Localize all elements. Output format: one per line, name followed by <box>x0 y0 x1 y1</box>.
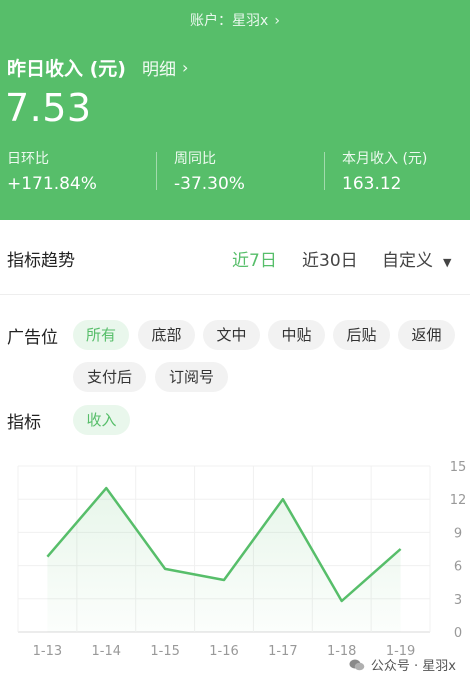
x-tick-label: 1-17 <box>268 644 298 659</box>
trend-header: 指标趋势 近7日 近30日 自定义 ▼ <box>0 222 470 295</box>
stat-value: -37.30% <box>174 174 245 194</box>
income-line-chart: 03691215 1-13 1-14 1-15 1-16 1-17 1-18 1-19 <box>17 460 467 659</box>
detail-link[interactable]: 明细 › <box>142 55 188 80</box>
chip-ad-position-all[interactable]: 所有 <box>73 320 129 350</box>
chip-ad-position-after-payment[interactable]: 支付后 <box>73 362 146 392</box>
x-tick-label: 1-13 <box>33 644 63 659</box>
stat-day-over-day: 日环比 +171.84% <box>7 148 97 194</box>
stat-value: +171.84% <box>7 174 97 194</box>
x-tick-label: 1-14 <box>92 644 122 659</box>
chip-ad-position-post-roll[interactable]: 后贴 <box>333 320 390 350</box>
wechat-icon <box>349 659 365 670</box>
detail-label: 明细 <box>141 60 176 80</box>
y-tick-label: 3 <box>454 593 462 608</box>
custom-range-label: 自定义 <box>382 251 433 271</box>
chip-ad-position-rebate[interactable]: 返佣 <box>398 320 455 350</box>
stat-divider <box>156 152 157 190</box>
stat-week-over-week: 周同比 -37.30% <box>174 148 245 194</box>
yesterday-income-value: 7.53 <box>5 86 92 130</box>
series-area <box>47 488 401 632</box>
x-tick-label: 1-15 <box>150 644 180 659</box>
tab-last-30-days[interactable]: 近30日 <box>302 246 358 271</box>
stat-label: 本月收入 (元) <box>342 151 428 167</box>
income-trend-chart: 0 3 6 9 12 15 1-13 1-14 1-15 1-16 1-17 1-18 1-19 <box>0 445 470 684</box>
metric-label: 指标 <box>7 413 41 433</box>
ad-position-label: 广告位 <box>7 328 58 348</box>
y-tick-label: 6 <box>454 560 462 575</box>
stat-value: 163.12 <box>342 174 402 194</box>
y-tick-label: 15 <box>450 460 467 475</box>
account-switcher[interactable]: 账户：星羽x › <box>0 10 470 30</box>
tab-last-7-days[interactable]: 近7日 <box>232 246 277 271</box>
chip-ad-position-mid-roll[interactable]: 中贴 <box>268 320 325 350</box>
stat-month-income: 本月收入 (元) 163.12 <box>342 148 427 194</box>
chip-ad-position-subscription[interactable]: 订阅号 <box>155 362 228 392</box>
chip-ad-position-in-article[interactable]: 文中 <box>203 320 260 350</box>
stat-label: 日环比 <box>7 151 49 167</box>
chip-ad-position-bottom[interactable]: 底部 <box>138 320 195 350</box>
footer-watermark: 公众号 · 星羽x <box>349 655 456 674</box>
yesterday-income-title-row: 昨日收入 (元) 明细 › <box>7 54 188 81</box>
tab-custom-range[interactable]: 自定义 ▼ <box>382 246 451 271</box>
trend-title: 指标趋势 <box>7 251 75 271</box>
stat-label: 周同比 <box>174 151 216 167</box>
caret-down-icon: ▼ <box>443 256 452 269</box>
y-tick-label: 12 <box>450 493 467 508</box>
account-label: 账户：星羽x <box>190 13 269 29</box>
y-axis-labels: 0 3 6 9 12 15 <box>450 460 467 641</box>
watermark-text: 公众号 · 星羽x <box>370 659 456 674</box>
chevron-right-icon: › <box>181 58 189 77</box>
income-stats: 日环比 +171.84% 周同比 -37.30% 本月收入 (元) 163.12 <box>0 148 470 194</box>
page-title: 昨日收入 (元) <box>7 58 126 80</box>
y-tick-label: 9 <box>454 526 462 541</box>
x-tick-label: 1-16 <box>209 644 239 659</box>
chevron-right-icon: › <box>274 13 280 29</box>
y-tick-label: 0 <box>454 626 462 641</box>
income-header: 账户：星羽x › 昨日收入 (元) 明细 › 7.53 日环比 +171.84% 周… <box>0 0 470 220</box>
stat-divider <box>324 152 325 190</box>
chip-metric-income[interactable]: 收入 <box>73 405 130 435</box>
